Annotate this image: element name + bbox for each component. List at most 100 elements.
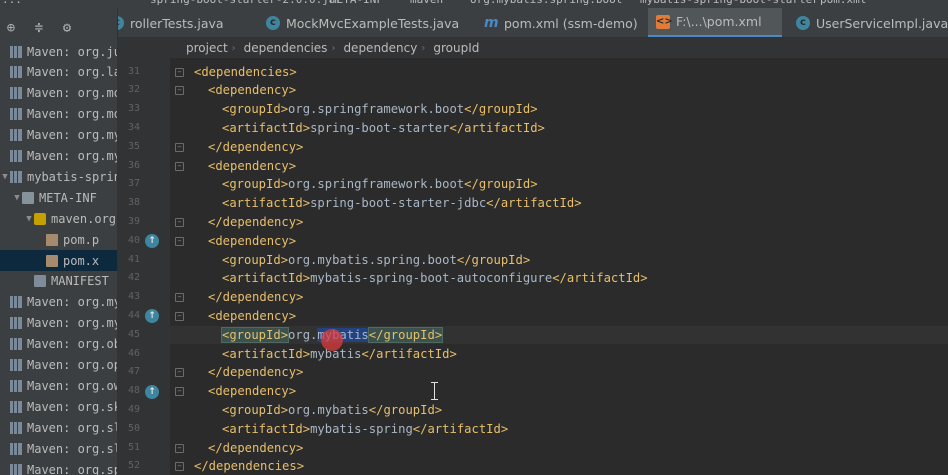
code-line[interactable]: <dependency> — [170, 307, 296, 326]
tree-item[interactable]: pom.x — [0, 250, 117, 271]
tree-item-label: Maven: org.ow2. — [27, 378, 117, 393]
breadcrumb-item[interactable]: groupId — [433, 41, 479, 55]
tree-item[interactable]: Maven: org.mybat — [0, 125, 117, 146]
tab-pom-xml-ssm-demo[interactable]: m pom.xml (ssm-demo) — [476, 8, 638, 37]
fold-open-icon[interactable]: − — [175, 311, 184, 321]
top-breadcrumb-item[interactable]: mybatis-spring-boot-starter — [640, 0, 819, 6]
breadcrumb-item[interactable]: dependency — [343, 41, 417, 55]
tree-item[interactable]: Maven: org.mock — [0, 104, 117, 125]
top-breadcrumb-item[interactable]: maven — [410, 0, 443, 6]
fold-open-icon[interactable]: − — [175, 387, 184, 397]
tree-item[interactable]: MANIFEST — [0, 271, 117, 292]
tab-rollertests-java[interactable]: c rollerTests.java — [118, 8, 232, 37]
tree-item[interactable]: Maven: org.mybat — [0, 146, 117, 167]
fold-open-icon[interactable]: − — [175, 236, 184, 246]
expand-arrow-icon[interactable]: ▼ — [24, 214, 34, 224]
jar-icon — [10, 170, 22, 183]
class-icon: c — [118, 16, 124, 30]
fold-close-icon[interactable]: − — [175, 368, 184, 378]
tree-item[interactable]: Maven: org.spri — [0, 459, 117, 475]
breadcrumb-item[interactable]: dependencies — [244, 41, 328, 55]
text-cursor-icon — [431, 382, 438, 400]
tree-item[interactable]: Maven: org.skys — [0, 396, 117, 417]
code-line[interactable]: </dependency> — [170, 363, 303, 382]
tree-item[interactable]: Maven: org.mybat — [0, 313, 117, 334]
code-line[interactable]: <dependencies> — [170, 63, 297, 82]
tree-item-label: Maven: org.slf4 — [27, 441, 117, 456]
xml-tag: </groupId> — [464, 102, 538, 117]
tree-item[interactable]: Maven: org.slf4 — [0, 438, 117, 459]
code-line[interactable]: <dependency> — [170, 382, 296, 401]
tree-item[interactable]: Maven: org.latest — [0, 62, 117, 83]
breadcrumb-item[interactable]: project — [186, 41, 228, 55]
tree-item[interactable]: Maven: org.mybat — [0, 292, 117, 313]
code-line[interactable]: <artifactId>spring-boot-starter-jdbc</ar… — [170, 194, 582, 213]
xml-tag: </groupId> — [367, 326, 444, 343]
fold-open-icon[interactable]: − — [175, 86, 184, 96]
gear-icon[interactable]: ⚙ — [60, 20, 74, 36]
tab-f-pom-xml[interactable]: <> F:\...\pom.xml — [648, 8, 782, 37]
top-breadcrumb-item[interactable]: spring-boot-starter-2.0.0.jar — [150, 0, 342, 6]
target-icon[interactable]: ⊕ — [4, 20, 18, 36]
tree-item[interactable]: ▼ maven.org — [0, 208, 117, 229]
library-icon — [10, 66, 22, 79]
collapse-icon[interactable]: ≑ — [32, 20, 46, 36]
code-line[interactable]: </dependency> — [170, 288, 303, 307]
top-breadcrumb-bar: ... spring-boot-starter-2.0.0.jarMETA-INF… — [0, 0, 948, 8]
tree-item[interactable]: Maven: org.open — [0, 355, 117, 376]
xml-tag: </artifactId> — [412, 421, 509, 436]
code-line[interactable]: <groupId>org.mybatis</groupId> — [170, 325, 948, 345]
code-line[interactable]: <dependency> — [170, 232, 296, 251]
code-line[interactable]: </dependency> — [170, 213, 303, 232]
code-line[interactable]: <artifactId>mybatis-spring</artifactId> — [170, 420, 508, 439]
tree-item[interactable]: Maven: org.junit — [0, 41, 117, 62]
expand-arrow-icon[interactable]: ▼ — [0, 172, 10, 182]
tab-userserviceimpl-java[interactable]: c UserServiceImpl.java — [788, 8, 948, 37]
code-line[interactable]: <dependency> — [170, 157, 296, 176]
fold-close-icon[interactable]: − — [175, 142, 184, 152]
xml-tag: </groupId> — [456, 252, 531, 267]
tree-item[interactable]: Maven: org.obje — [0, 334, 117, 355]
code-line[interactable]: <groupId>org.mybatis</groupId> — [170, 401, 442, 420]
override-gutter-icon[interactable]: ↑ — [145, 384, 159, 399]
code-line[interactable]: <artifactId>spring-boot-starter</artifac… — [170, 119, 545, 138]
code-line[interactable]: </dependencies> — [170, 457, 304, 475]
code-line[interactable]: </dependency> — [170, 439, 303, 458]
tree-item[interactable]: Maven: org.ow2. — [0, 375, 117, 396]
top-breadcrumb-item[interactable]: org.mybatis.spring.boot — [470, 0, 622, 6]
xml-tag: <groupId> — [222, 402, 289, 417]
top-breadcrumb-item[interactable]: ... — [2, 0, 22, 6]
code-line[interactable]: <groupId>org.springframework.boot</group… — [170, 175, 538, 194]
fold-open-icon[interactable]: − — [175, 67, 184, 77]
expand-arrow-icon[interactable]: ▼ — [12, 193, 22, 203]
tree-item[interactable]: ▼ META-INF — [0, 187, 117, 208]
code-line[interactable]: </dependency> — [170, 138, 303, 157]
tree-item[interactable]: Maven: org.mock — [0, 83, 117, 104]
tab-label: F:\...\pom.xml — [676, 14, 762, 29]
fold-close-icon[interactable]: − — [175, 293, 184, 303]
line-number: 40 — [127, 234, 140, 246]
line-number: 45 — [127, 328, 140, 340]
xml-tag: </dependency> — [208, 365, 304, 380]
code-line[interactable]: <dependency> — [170, 81, 296, 100]
tree-item[interactable]: Maven: org.slf4 — [0, 417, 117, 438]
code-line[interactable]: <artifactId>mybatis</artifactId> — [170, 345, 457, 364]
tab-mockmvcexampletests-java[interactable]: c MockMvcExampleTests.java — [258, 8, 466, 37]
top-breadcrumb-item[interactable]: META-INF — [330, 0, 383, 6]
top-breadcrumb-item[interactable]: pom.xml — [820, 0, 866, 6]
fold-close-icon[interactable]: − — [175, 217, 184, 227]
tab-label: MockMvcExampleTests.java — [286, 15, 460, 31]
tree-item[interactable]: pom.p — [0, 229, 117, 250]
tab-label: rollerTests.java — [130, 15, 224, 31]
line-number: 52 — [127, 460, 140, 472]
code-editor[interactable]: <dependencies> <dependency> <groupId>org.s… — [170, 58, 948, 475]
code-line[interactable]: <artifactId>mybatis-spring-boot-autoconf… — [170, 269, 648, 288]
library-icon — [10, 463, 22, 475]
code-line[interactable]: <groupId>org.mybatis.spring.boot</groupI… — [170, 251, 530, 270]
fold-close-icon[interactable]: − — [175, 462, 184, 472]
breadcrumb-separator-icon: › — [231, 42, 236, 54]
fold-close-icon[interactable]: − — [175, 443, 184, 453]
tree-item[interactable]: ▼ mybatis-spring — [0, 166, 117, 187]
fold-open-icon[interactable]: − — [175, 161, 184, 171]
code-line[interactable]: <groupId>org.springframework.boot</group… — [170, 100, 538, 119]
